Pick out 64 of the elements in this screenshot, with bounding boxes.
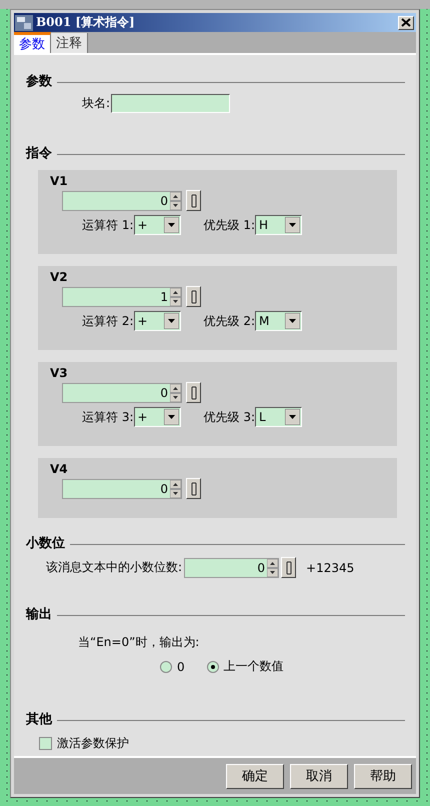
dropdown-arrow-icon [285,409,300,425]
dropdown-arrow-icon [164,313,178,329]
operator-label: 运算符 2: [82,312,134,330]
group-label: V3 [50,366,69,380]
bracket-icon [286,560,292,574]
priority-label: 优先级 2: [204,312,255,330]
block-name-field[interactable] [111,94,230,113]
radio-option[interactable]: 0 [160,658,185,675]
section-heading: 输出 [26,606,52,623]
group-label: V2 [50,270,69,284]
priority-dropdown[interactable]: M [255,311,302,331]
priority-dropdown[interactable]: H [255,215,302,235]
dropdown-arrow-icon [164,217,178,233]
operator-dropdown[interactable]: + [134,407,180,427]
app-icon [15,14,33,30]
radio-option[interactable]: 上一个数值 [206,658,284,675]
field-label: 该消息文本中的小数位数: [46,559,182,576]
group-label: V4 [50,462,69,476]
bracket-icon [190,290,196,304]
number-spinbox[interactable]: 1 [62,286,182,306]
section-heading: 小数位 [26,535,65,552]
field-label: 块名: [82,95,110,112]
checkbox-option[interactable]: 激活参数保护 [39,735,405,752]
spin-arrows-icon [170,480,181,498]
bracket-icon [190,386,196,400]
dialog-button[interactable]: 帮助 [354,764,412,788]
slider-button[interactable] [186,190,201,211]
dropdown-arrow-icon [285,313,300,329]
section-heading: 指令 [26,145,52,162]
spin-arrows-icon [170,384,181,402]
operator-label: 运算符 1: [82,216,134,234]
tab[interactable]: 注释 [51,33,88,53]
close-icon [401,18,411,27]
slider-button[interactable] [186,478,201,499]
number-spinbox[interactable]: 0 [62,382,182,402]
operator-dropdown[interactable]: + [134,215,180,235]
number-spinbox[interactable]: 0 [62,478,182,498]
dialog-button[interactable]: 取消 [290,764,348,788]
bracket-icon [190,194,196,208]
slider-button[interactable] [186,286,201,307]
output-prompt: 当“En=0”时，输出为: [78,634,200,651]
operator-dropdown[interactable]: + [134,311,180,331]
spin-arrows-icon [170,288,181,306]
close-button[interactable] [398,16,414,30]
spin-arrows-icon [267,558,278,576]
slider-button[interactable] [281,557,296,578]
section-heading: 其他 [26,711,52,728]
slider-button[interactable] [186,382,201,403]
tab[interactable]: 参数 [14,32,51,53]
group-label: V1 [50,174,69,188]
priority-dropdown[interactable]: L [255,407,302,427]
number-spinbox[interactable]: 0 [62,190,182,210]
bracket-icon [190,482,196,496]
priority-label: 优先级 3: [204,408,255,426]
priority-label: 优先级 1: [204,216,255,234]
section-heading: 参数 [26,73,52,90]
preview-value: +12345 [306,560,354,574]
dropdown-arrow-icon [164,409,178,425]
operator-label: 运算符 3: [82,408,134,426]
dropdown-arrow-icon [285,217,300,233]
window-title: B001 [算术指令] [36,14,135,31]
number-spinbox[interactable]: 0 [184,558,280,578]
dialog-button[interactable]: 确定 [226,764,284,788]
spin-arrows-icon [170,192,181,210]
